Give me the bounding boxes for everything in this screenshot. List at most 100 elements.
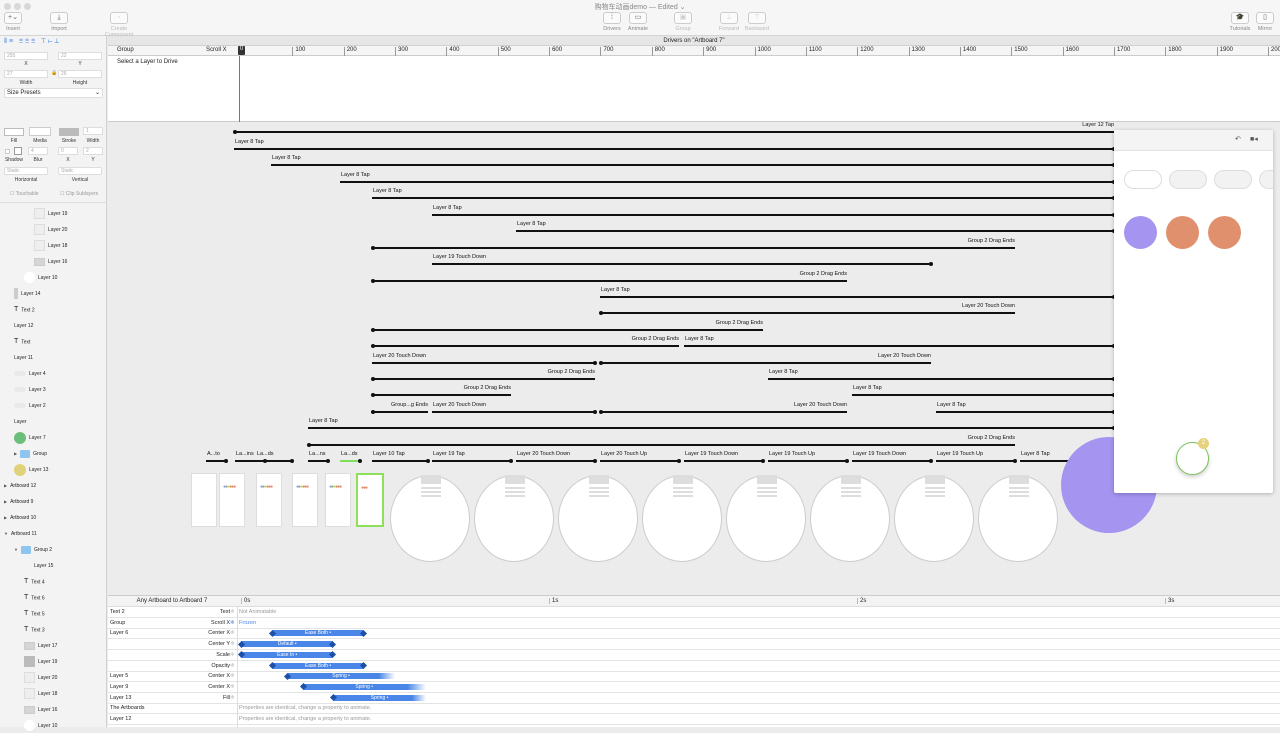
timeline-row[interactable]: Layer 13 Fill ❄ Spring • (108, 693, 1280, 704)
artboard-thumbnail[interactable] (726, 475, 806, 562)
layer-row[interactable]: Layer 18 (34, 239, 67, 253)
connection-arrow[interactable] (234, 131, 1114, 133)
size-presets-select[interactable]: Size Presets ⌄ (4, 88, 103, 98)
layer-row[interactable]: ▶ Artboard 10 (4, 511, 36, 525)
layer-row[interactable]: Layer 12 (14, 319, 33, 333)
timeline-row[interactable]: The Artboards Properties are identical, c… (108, 703, 1280, 715)
animate-button[interactable]: ▭ Animate (618, 12, 658, 32)
connection-arrow[interactable] (684, 345, 1114, 347)
layer-row[interactable]: T Text 5 (24, 607, 45, 621)
disclosure-triangle-icon[interactable]: ▶ (14, 451, 17, 456)
connection-arrow[interactable] (600, 296, 1114, 298)
freeze-toggle-icon[interactable]: ❄ (230, 607, 235, 617)
artboard-thumbnail[interactable]: ●●●●●● (292, 473, 318, 527)
connection-arrow[interactable] (852, 394, 1114, 396)
orange-product-circle[interactable] (1166, 216, 1199, 249)
connection-arrow[interactable] (432, 411, 595, 413)
connection-arrow[interactable] (372, 411, 428, 413)
disclosure-triangle-icon[interactable]: ▶ (4, 483, 7, 488)
connection-arrow[interactable] (852, 460, 931, 462)
width-field[interactable]: 27 (4, 70, 48, 78)
freeze-toggle-icon[interactable]: ❄ (230, 628, 235, 638)
layer-row[interactable]: Layer 10 (24, 719, 57, 733)
tab-pill[interactable] (1214, 170, 1252, 189)
artboard-thumbnail[interactable]: ●●●●●● (256, 473, 282, 527)
stroke-width-field[interactable]: 1 (83, 127, 103, 135)
layer-row[interactable]: Layer 4 (14, 367, 46, 381)
layer-row[interactable]: Layer 2 (14, 399, 46, 413)
disclosure-triangle-icon[interactable]: ▼ (4, 531, 8, 536)
vertical-select[interactable]: Static (58, 167, 102, 175)
animation-bar[interactable]: Ease In • (241, 651, 334, 658)
freeze-toggle-icon[interactable]: ❄ (230, 650, 235, 660)
animation-bar[interactable]: Spring • (287, 673, 395, 680)
connection-arrow[interactable] (372, 460, 428, 462)
layer-row[interactable]: Layer 19 (24, 655, 57, 669)
freeze-toggle-icon[interactable]: ❄ (230, 639, 235, 649)
connection-arrow[interactable] (516, 460, 595, 462)
connection-arrow[interactable] (308, 444, 1015, 446)
connection-arrow[interactable] (372, 345, 679, 347)
connection-arrow[interactable] (600, 362, 931, 364)
shadow-y-field[interactable]: 2 (83, 147, 103, 155)
layer-row[interactable]: Layer 10 (24, 271, 57, 285)
layer-row[interactable]: T Text 6 (24, 591, 45, 605)
connection-arrow[interactable] (308, 460, 328, 462)
connection-arrow[interactable] (340, 181, 1114, 183)
timeline-row[interactable]: Layer 9 Center X ❄ Spring • (108, 682, 1280, 693)
connection-arrow[interactable] (372, 394, 511, 396)
connection-arrow[interactable] (340, 460, 360, 462)
layer-row[interactable]: ▼ Artboard 11 (4, 527, 37, 541)
layer-row[interactable]: Layer 18 (24, 687, 57, 701)
animation-bar[interactable]: Spring • (333, 694, 426, 701)
artboard-thumbnail[interactable]: ●●● (356, 473, 384, 527)
connection-arrow[interactable] (206, 460, 226, 462)
connection-arrow[interactable] (600, 460, 679, 462)
preview-window[interactable]: ↶ ■◂ 2 (1114, 130, 1273, 493)
artboard-thumbnail[interactable] (558, 475, 638, 562)
drivers-ruler[interactable]: Group Scroll X 0 100 200 300 400 500 600 700 80… (108, 46, 1280, 56)
connection-arrow[interactable] (936, 411, 1114, 413)
connection-arrow[interactable] (936, 460, 1015, 462)
layer-row[interactable]: Layer 14 (14, 287, 40, 301)
layer-row[interactable]: Layer 13 (14, 463, 48, 477)
height-field[interactable]: 26 (58, 70, 102, 78)
connection-arrow[interactable] (256, 460, 292, 462)
disclosure-triangle-icon[interactable]: ▶ (4, 515, 7, 520)
playhead-handle[interactable]: 0 (238, 46, 245, 55)
keyframe-handle[interactable] (329, 640, 337, 648)
connection-arrow[interactable] (308, 427, 1114, 429)
timeline-row[interactable]: Scale ❄ Ease In • (108, 650, 1280, 661)
disclosure-triangle-icon[interactable]: ▼ (14, 547, 18, 552)
connection-arrow[interactable] (372, 197, 1114, 199)
layer-row[interactable]: T Text (14, 335, 30, 349)
connection-arrow[interactable] (372, 378, 595, 380)
artboard-thumbnail[interactable] (894, 475, 974, 562)
shadow-x-field[interactable]: 0 (58, 147, 78, 155)
connection-arrow[interactable] (768, 378, 1114, 380)
connection-arrow[interactable] (600, 411, 847, 413)
layer-row[interactable]: Layer 20 (24, 671, 57, 685)
connection-arrow[interactable] (600, 312, 1015, 314)
layer-row[interactable]: Layer 16 (24, 703, 57, 717)
freeze-toggle-icon[interactable]: ❄ (230, 671, 235, 681)
connection-arrow[interactable] (234, 148, 1114, 150)
mirror-button[interactable]: ▯ Mirror (1245, 12, 1280, 32)
x-field[interactable]: 255 (4, 52, 48, 60)
connection-arrow[interactable] (372, 280, 847, 282)
layer-row[interactable]: Layer 17 (24, 639, 57, 653)
layer-row[interactable]: Layer 11 (14, 351, 33, 365)
timeline-row[interactable]: Opacity ❄ Ease Both • (108, 661, 1280, 672)
purple-product-circle[interactable] (1124, 216, 1157, 249)
cart-button[interactable]: 2 (1176, 438, 1209, 475)
touchable-checkbox[interactable]: ☐ Touchable (10, 191, 39, 197)
layer-row[interactable]: ▼ Group 2 (14, 543, 52, 557)
connection-arrow[interactable] (372, 329, 763, 331)
timeline-row[interactable]: Layer 6 Center X ❄ Ease Both • (108, 628, 1280, 640)
layer-row[interactable]: ▶ Artboard 9 (4, 495, 33, 509)
clip-sublayers-checkbox[interactable]: ☐ Clip Sublayers (60, 191, 98, 197)
layer-row[interactable]: Layer 20 (34, 223, 67, 237)
connection-arrow[interactable] (271, 164, 1114, 166)
layer-row[interactable]: T Text 4 (24, 575, 45, 589)
layer-row[interactable]: Layer (14, 415, 27, 429)
